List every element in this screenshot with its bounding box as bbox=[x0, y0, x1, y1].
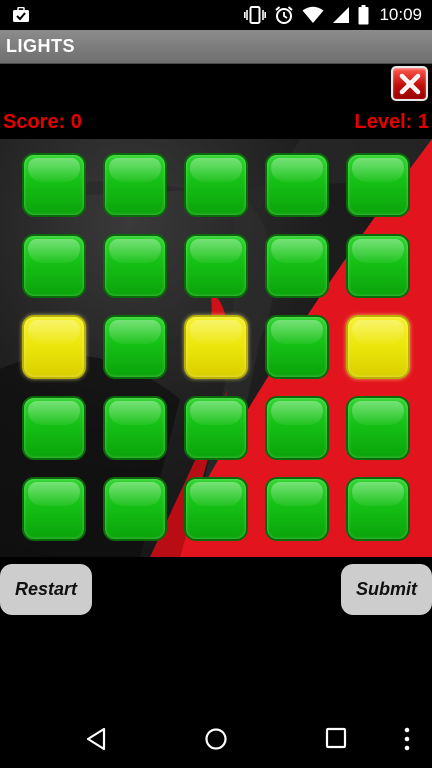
app-title-bar: LIGHTS bbox=[0, 30, 432, 64]
light-tile[interactable] bbox=[103, 396, 167, 460]
light-tile[interactable] bbox=[265, 396, 329, 460]
navigation-bar bbox=[0, 708, 432, 768]
close-icon bbox=[399, 73, 421, 95]
light-tile[interactable] bbox=[265, 234, 329, 298]
submit-button[interactable]: Submit bbox=[341, 564, 432, 615]
restart-button[interactable]: Restart bbox=[0, 564, 92, 615]
status-time: 10:09 bbox=[379, 5, 422, 24]
game-board bbox=[0, 139, 432, 557]
close-button[interactable] bbox=[391, 66, 428, 101]
score-label: Score: 0 bbox=[3, 111, 82, 133]
wifi-icon bbox=[302, 6, 324, 24]
light-tile[interactable] bbox=[22, 315, 86, 379]
light-tile[interactable] bbox=[346, 234, 410, 298]
status-icons: 10:09 bbox=[244, 4, 422, 26]
light-tile[interactable] bbox=[265, 153, 329, 217]
light-tile[interactable] bbox=[103, 477, 167, 541]
light-tile[interactable] bbox=[22, 234, 86, 298]
light-tile[interactable] bbox=[265, 477, 329, 541]
light-tile[interactable] bbox=[184, 396, 248, 460]
battery-icon bbox=[358, 5, 369, 25]
vibrate-icon bbox=[244, 6, 267, 24]
level-label: Level: 1 bbox=[354, 111, 429, 133]
light-tile[interactable] bbox=[346, 315, 410, 379]
overflow-menu-icon[interactable] bbox=[403, 727, 411, 751]
light-tile[interactable] bbox=[346, 477, 410, 541]
signal-icon bbox=[332, 6, 350, 24]
light-tile[interactable] bbox=[184, 153, 248, 217]
status-bar: 10:09 bbox=[0, 0, 432, 30]
light-tile[interactable] bbox=[22, 153, 86, 217]
recents-icon[interactable] bbox=[325, 727, 347, 749]
light-tile[interactable] bbox=[103, 315, 167, 379]
home-icon[interactable] bbox=[204, 727, 228, 751]
light-tile[interactable] bbox=[22, 396, 86, 460]
alarm-icon bbox=[274, 5, 294, 25]
light-tile[interactable] bbox=[265, 315, 329, 379]
light-tile[interactable] bbox=[346, 153, 410, 217]
light-tile[interactable] bbox=[22, 477, 86, 541]
light-tile[interactable] bbox=[184, 234, 248, 298]
light-tile[interactable] bbox=[184, 315, 248, 379]
screen: 10:09 LIGHTS Score: 0 Level: 1 Restart S… bbox=[0, 0, 432, 768]
light-tile[interactable] bbox=[103, 153, 167, 217]
back-icon[interactable] bbox=[85, 727, 107, 751]
light-tile[interactable] bbox=[184, 477, 248, 541]
light-tile[interactable] bbox=[346, 396, 410, 460]
light-tile[interactable] bbox=[103, 234, 167, 298]
app-title: LIGHTS bbox=[6, 36, 75, 56]
briefcase-check-icon bbox=[12, 7, 30, 23]
